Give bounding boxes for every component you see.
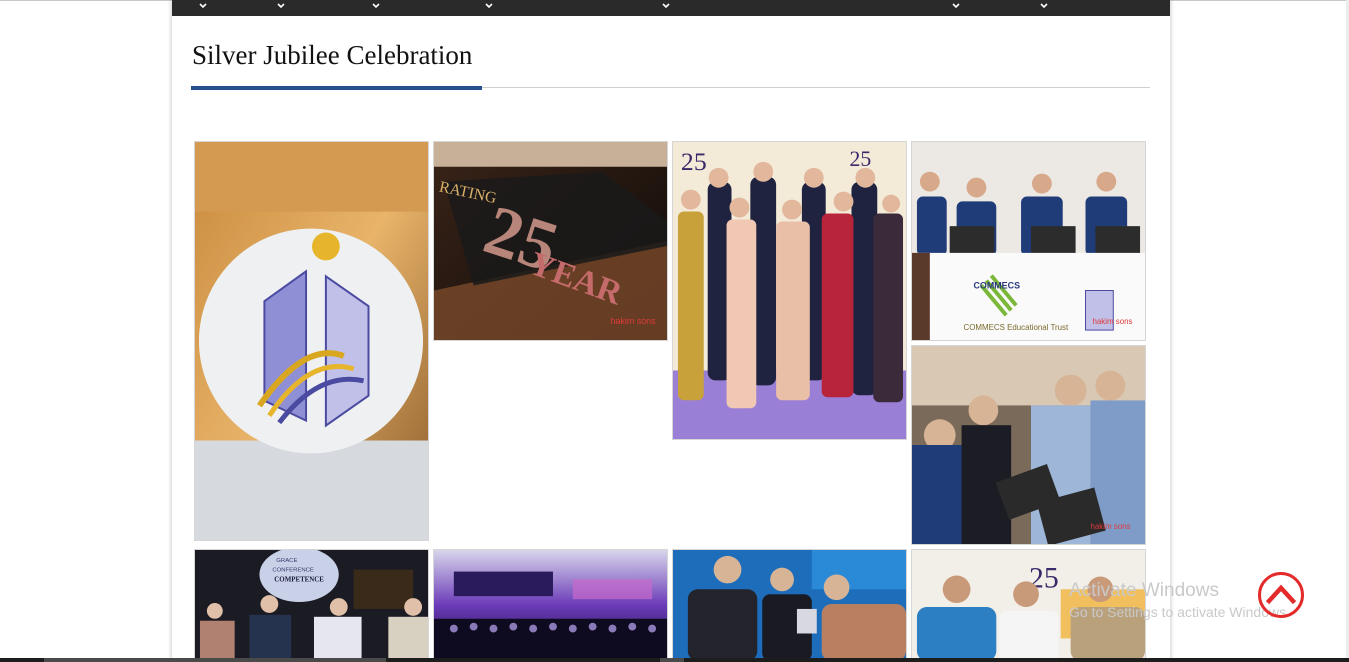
tile-6-caption: COMPETENCE [274, 576, 324, 583]
tile-4-caption: COMMECS Educational Trust [964, 323, 1069, 332]
tile-2-credit: hakim sons [610, 316, 656, 326]
main-navbar [172, 0, 1170, 16]
tile-4-credit: hakim sons [1092, 317, 1132, 326]
svg-text:GRACE: GRACE [276, 558, 297, 564]
svg-text:25: 25 [849, 147, 871, 171]
scroll-to-top-button[interactable] [1257, 571, 1305, 619]
taskbar-segment [44, 658, 386, 662]
nav-dropdown-1-chevron-down-icon[interactable] [198, 1, 208, 11]
gallery-item-award-presentation[interactable] [672, 549, 907, 662]
taskbar-strip [0, 658, 1349, 662]
nav-dropdown-4-chevron-down-icon[interactable] [484, 1, 494, 11]
nav-dropdown-5-chevron-down-icon[interactable] [661, 1, 671, 11]
gallery-item-laptop-desk[interactable]: COMMECS COMMECS Educational Trust hakim … [911, 141, 1146, 341]
page-container: Silver Jubilee Celebration 25 YEAR RATIN… [172, 0, 1170, 662]
gallery-item-commecs-logo[interactable] [194, 141, 429, 541]
gallery-item-guests-stage[interactable]: 25 [911, 549, 1146, 662]
gallery-item-auditorium[interactable] [433, 549, 668, 662]
taskbar-segment [660, 658, 684, 662]
gallery-item-25-years[interactable]: 25 YEAR RATING hakim sons [433, 141, 668, 341]
nav-dropdown-7-chevron-down-icon[interactable] [1039, 1, 1049, 11]
gallery-item-conference-panel[interactable]: GRACE CONFERENCE COMPETENCE [194, 549, 429, 662]
page-title: Silver Jubilee Celebration [192, 40, 473, 70]
title-accent-bar [191, 86, 482, 90]
svg-text:CONFERENCE: CONFERENCE [272, 568, 314, 574]
chevron-up-circle-icon [1258, 572, 1304, 618]
nav-dropdown-3-chevron-down-icon[interactable] [371, 1, 381, 11]
svg-text:25: 25 [681, 147, 707, 176]
nav-dropdown-2-chevron-down-icon[interactable] [276, 1, 286, 11]
gallery-item-students-group[interactable]: 25 25 [672, 141, 907, 440]
nav-dropdown-6-chevron-down-icon[interactable] [951, 1, 961, 11]
gallery-item-visitors-laptops[interactable]: hakim sons [911, 345, 1146, 545]
svg-text:COMMECS: COMMECS [973, 281, 1020, 291]
tile-5-credit: hakim sons [1090, 522, 1130, 531]
